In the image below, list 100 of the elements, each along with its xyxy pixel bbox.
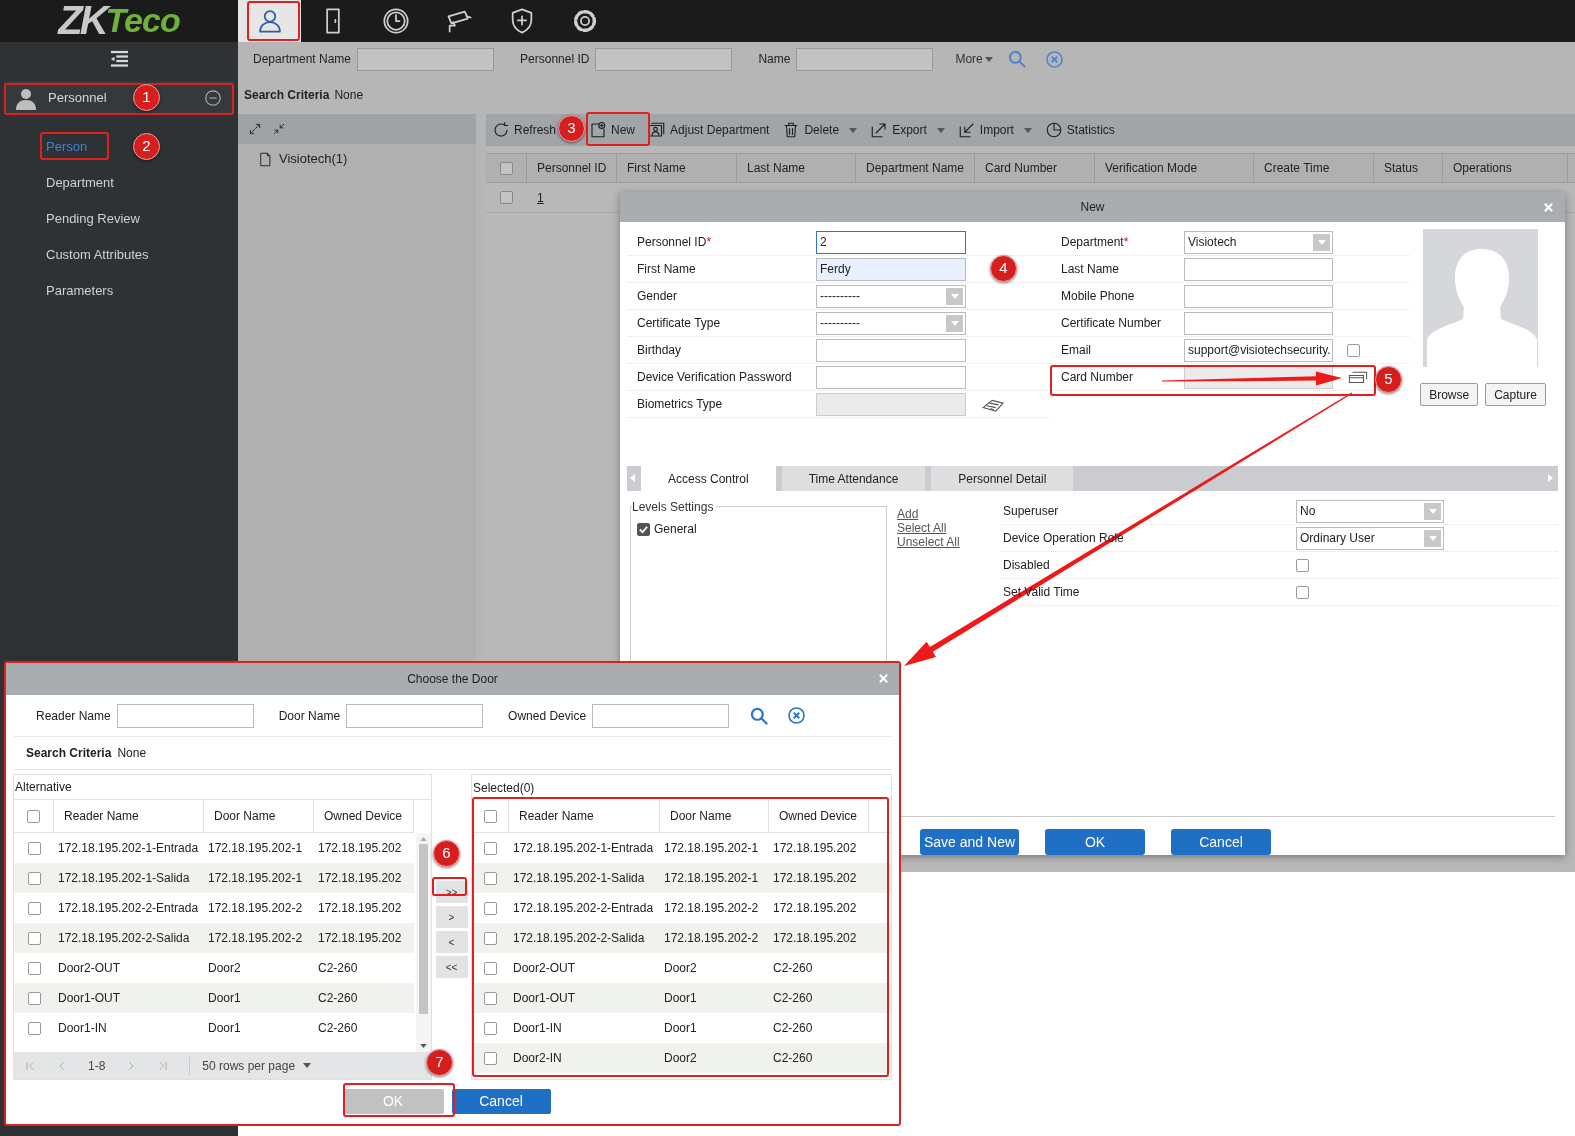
search-field[interactable]: [796, 47, 934, 71]
toolbar-button[interactable]: Export: [870, 121, 945, 139]
input-field[interactable]: 2: [816, 230, 966, 254]
toolbar-button[interactable]: Adjust Department: [648, 121, 770, 139]
input-field[interactable]: Ferdy: [816, 257, 966, 281]
column-header[interactable]: Last Name: [737, 154, 856, 182]
link[interactable]: Unselect All: [897, 535, 960, 549]
scrollbar[interactable]: [416, 833, 431, 1052]
collapse-icon[interactable]: [204, 88, 222, 107]
checkbox[interactable]: [27, 809, 40, 823]
dialog-button[interactable]: Save and New: [920, 829, 1019, 855]
column-header[interactable]: Owned Device: [769, 800, 869, 832]
column-header[interactable]: Reader Name: [509, 800, 660, 832]
search-field[interactable]: [592, 703, 730, 728]
search-field[interactable]: [346, 703, 484, 728]
toolbar-button[interactable]: New: [589, 121, 636, 139]
rows-per-page-dropdown[interactable]: 50 rows per page: [189, 1056, 312, 1075]
checkbox[interactable]: [499, 161, 513, 175]
tab[interactable]: Time Attendance: [781, 466, 926, 491]
toolbar-button[interactable]: Import: [957, 121, 1032, 139]
dialog-button[interactable]: Cancel: [1171, 829, 1271, 855]
tree-item[interactable]: Visiotech(1): [279, 149, 348, 169]
input-field[interactable]: [1184, 284, 1333, 308]
collapse-icon[interactable]: [272, 122, 286, 136]
checkbox[interactable]: [27, 991, 41, 1005]
column-header[interactable]: Door Name: [204, 800, 314, 832]
checkbox[interactable]: [1296, 558, 1309, 572]
card-reader-icon[interactable]: [1347, 369, 1369, 386]
input-field[interactable]: [816, 338, 966, 362]
move-button[interactable]: <<: [435, 956, 468, 978]
checkbox[interactable]: [484, 901, 497, 915]
checkbox[interactable]: [637, 522, 650, 536]
search-field[interactable]: [595, 47, 733, 71]
tab[interactable]: Access Control: [641, 466, 776, 491]
toolbar-button[interactable]: Statistics: [1044, 121, 1115, 139]
sidebar-item[interactable]: Pending Review: [46, 209, 140, 229]
move-button[interactable]: >: [435, 906, 468, 928]
column-header[interactable]: First Name: [617, 154, 737, 182]
column-header[interactable]: Card Number: [975, 154, 1095, 182]
search-field[interactable]: [357, 47, 495, 71]
close-icon[interactable]: [878, 673, 889, 684]
toolbar-button[interactable]: Refresh: [492, 121, 557, 139]
select-field[interactable]: ----------: [816, 311, 966, 335]
checkbox[interactable]: [484, 991, 497, 1005]
checkbox[interactable]: [484, 841, 497, 855]
select-field[interactable]: Ordinary User: [1296, 526, 1444, 550]
checkbox[interactable]: [27, 841, 41, 855]
dialog-button[interactable]: Cancel: [451, 1089, 551, 1114]
column-header[interactable]: Door Name: [660, 800, 769, 832]
checkbox[interactable]: [27, 931, 41, 945]
column-header[interactable]: Personnel ID: [527, 154, 617, 182]
input-field[interactable]: [1184, 311, 1333, 335]
column-header[interactable]: Department Name: [856, 154, 975, 182]
tab[interactable]: Personnel Detail: [931, 466, 1074, 491]
checkbox[interactable]: [27, 1021, 41, 1035]
checkbox[interactable]: [1347, 343, 1360, 357]
sidebar-item[interactable]: Department: [46, 173, 114, 193]
scroll-up-icon[interactable]: [420, 837, 427, 841]
checkbox[interactable]: [500, 191, 513, 204]
checkbox[interactable]: [484, 961, 497, 975]
dialog-button[interactable]: OK: [1045, 829, 1145, 855]
column-header[interactable]: Operations: [1443, 154, 1568, 182]
move-button[interactable]: <: [435, 931, 468, 953]
link[interactable]: Add: [897, 507, 919, 521]
scroll-right-icon[interactable]: [1548, 474, 1553, 483]
collapse-menu-icon[interactable]: [108, 50, 130, 68]
sidebar-item[interactable]: Custom Attributes: [46, 245, 149, 265]
expand-icon[interactable]: [248, 122, 262, 136]
checkbox[interactable]: [1296, 585, 1309, 599]
checkbox[interactable]: [484, 871, 497, 885]
sidebar-item[interactable]: Parameters: [46, 281, 114, 301]
column-header[interactable]: Verification Mode: [1095, 154, 1254, 182]
search-icon[interactable]: [749, 705, 770, 726]
search-field[interactable]: [116, 703, 254, 728]
checkbox[interactable]: [483, 809, 497, 823]
close-icon[interactable]: [1543, 202, 1554, 213]
scroll-down-icon[interactable]: [420, 1044, 427, 1048]
input-field[interactable]: support@visiotechsecurity.: [1184, 338, 1333, 362]
table-link[interactable]: 1: [527, 188, 544, 207]
checkbox[interactable]: [27, 961, 41, 975]
toolbar-button[interactable]: Delete: [782, 121, 858, 139]
checkbox[interactable]: [484, 1051, 497, 1065]
photo-button[interactable]: Capture: [1485, 383, 1546, 407]
select-field[interactable]: Visiotech: [1184, 230, 1333, 254]
column-header[interactable]: Status: [1374, 154, 1443, 182]
checkbox[interactable]: [27, 871, 41, 885]
input-field[interactable]: [1184, 257, 1333, 281]
checkbox[interactable]: [484, 931, 497, 945]
link[interactable]: Select All: [897, 521, 947, 535]
select-field[interactable]: ----------: [816, 284, 966, 308]
checkbox[interactable]: [27, 901, 41, 915]
select-field[interactable]: No: [1296, 499, 1444, 523]
column-header[interactable]: Owned Device: [314, 800, 414, 832]
input-field[interactable]: [816, 365, 966, 389]
column-header[interactable]: Reader Name: [54, 800, 204, 832]
photo-button[interactable]: Browse: [1420, 383, 1479, 407]
scroll-left-icon[interactable]: [630, 474, 635, 483]
clear-icon[interactable]: [787, 706, 807, 725]
checkbox[interactable]: [484, 1021, 497, 1035]
more-dropdown[interactable]: More: [955, 50, 993, 68]
